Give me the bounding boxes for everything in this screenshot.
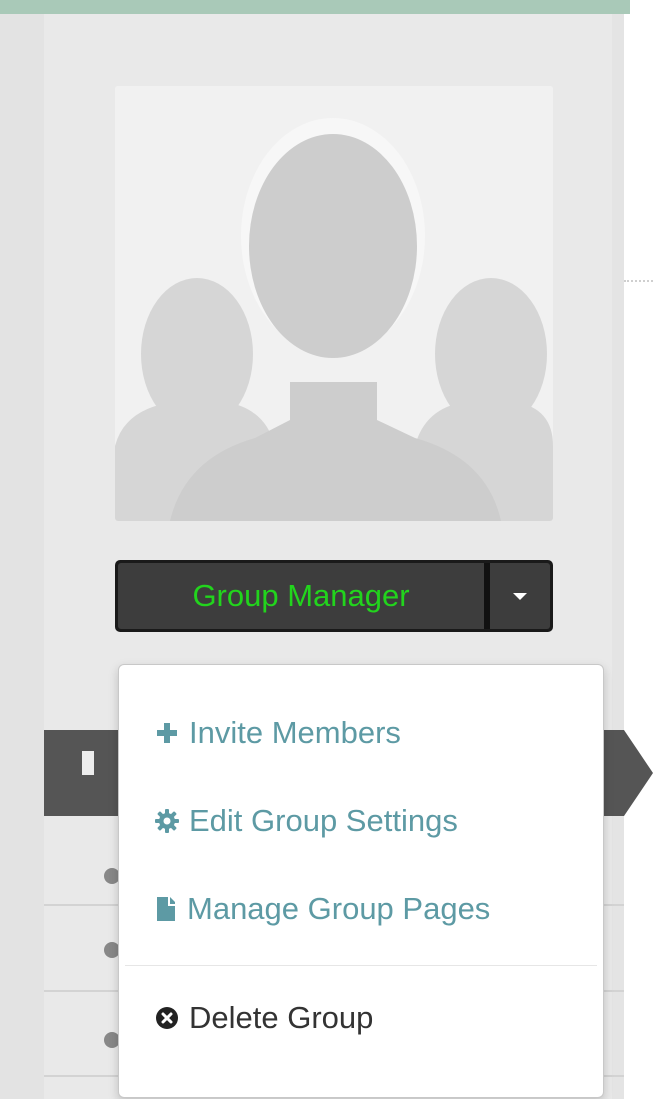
group-avatar — [115, 86, 553, 521]
group-manager-label: Group Manager — [192, 578, 410, 613]
menu-item-edit-group-settings[interactable]: Edit Group Settings — [119, 777, 603, 865]
menu-item-label: Delete Group — [189, 1000, 374, 1035]
page: Group Manager Invite Members Edit Group … — [0, 0, 653, 1099]
group-silhouette-icon — [115, 86, 553, 521]
caret-down-icon — [513, 592, 527, 600]
menu-item-invite-members[interactable]: Invite Members — [119, 689, 603, 777]
plus-icon — [155, 721, 179, 745]
menu-item-label: Invite Members — [189, 715, 401, 750]
menu-item-delete-group[interactable]: Delete Group — [119, 974, 603, 1062]
group-manager-dropdown-toggle[interactable] — [490, 563, 550, 629]
group-manager-menu: Invite Members Edit Group Settings Manag… — [118, 664, 604, 1098]
file-icon — [155, 897, 177, 921]
nav-item-icon — [82, 751, 94, 775]
menu-item-label: Manage Group Pages — [187, 891, 491, 926]
sidebar-edge — [612, 14, 624, 1099]
nav-active-arrow — [624, 730, 653, 816]
menu-divider — [125, 965, 597, 966]
times-circle-icon — [155, 1006, 179, 1030]
content-divider — [624, 280, 653, 282]
top-accent-bar — [0, 0, 630, 14]
group-manager-button[interactable]: Group Manager — [118, 563, 484, 629]
gear-icon — [155, 809, 179, 833]
menu-item-manage-group-pages[interactable]: Manage Group Pages — [119, 865, 603, 953]
menu-item-label: Edit Group Settings — [189, 803, 458, 838]
group-manager-split-button: Group Manager — [115, 560, 553, 632]
